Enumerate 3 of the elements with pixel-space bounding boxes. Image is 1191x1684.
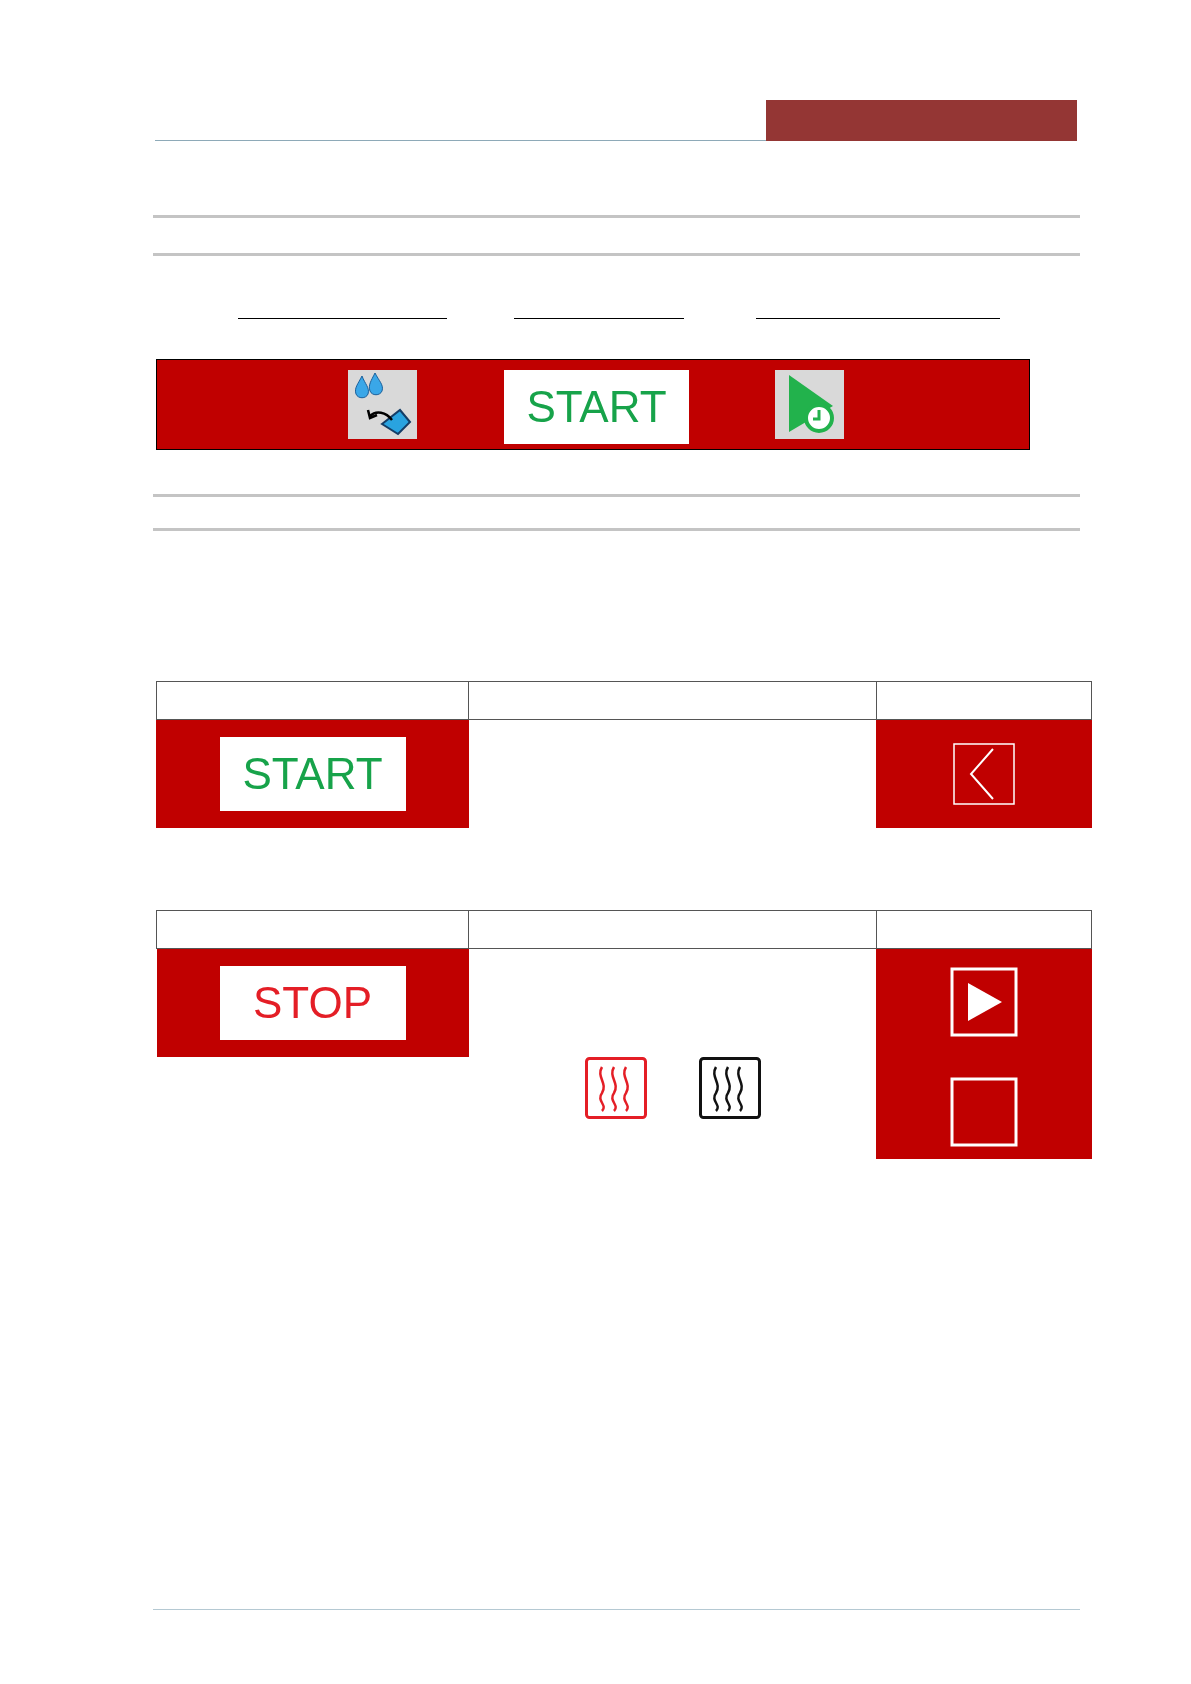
- stop-button[interactable]: STOP: [219, 966, 406, 1040]
- start-button[interactable]: START: [504, 370, 689, 444]
- start-button[interactable]: START: [219, 736, 406, 811]
